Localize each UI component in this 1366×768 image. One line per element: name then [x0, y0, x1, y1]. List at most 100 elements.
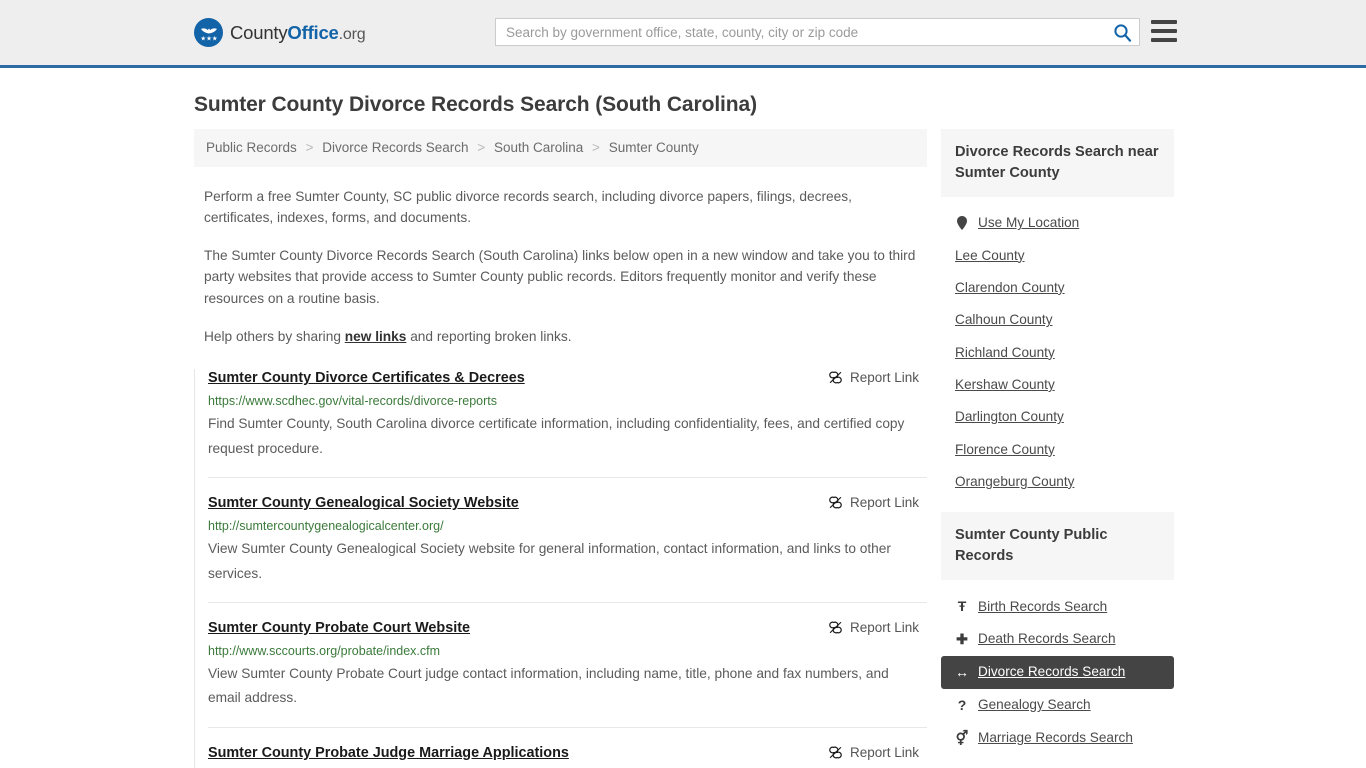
- result-title-link[interactable]: Sumter County Probate Judge Marriage App…: [208, 744, 569, 763]
- result-item: Sumter County Genealogical Society Websi…: [208, 494, 927, 603]
- result-description: Find Sumter County, South Carolina divor…: [208, 416, 905, 456]
- page-title: Sumter County Divorce Records Search (So…: [194, 93, 757, 116]
- broken-link-icon: [829, 496, 842, 509]
- intro-p3-after: and reporting broken links.: [406, 328, 572, 344]
- result-url[interactable]: http://sumtercountygenealogicalcenter.or…: [208, 518, 927, 534]
- report-link-label: Report Link: [849, 619, 919, 635]
- breadcrumb-item-public-records[interactable]: Public Records: [206, 140, 297, 155]
- site-header: ★★★ CountyOffice.org: [0, 0, 1366, 68]
- result-item: Sumter County Divorce Certificates & Dec…: [208, 369, 927, 479]
- sidebar-item-label: Use My Location: [978, 215, 1080, 231]
- sidebar-nearby-section: Divorce Records Search near Sumter Count…: [941, 129, 1174, 498]
- sidebar-item-label: Clarendon County: [955, 279, 1065, 295]
- intro-p3-before: Help others by sharing: [204, 328, 345, 344]
- sidebar-item-label: Genealogy Search: [978, 697, 1091, 713]
- breadcrumb-separator: >: [592, 140, 600, 155]
- sidebar-item-use-my-location[interactable]: Use My Location: [941, 207, 1174, 239]
- intro-paragraph-2: The Sumter County Divorce Records Search…: [204, 247, 916, 307]
- sidebar-item-label: Lee County: [955, 247, 1025, 263]
- main-column: Public Records > Divorce Records Search …: [194, 129, 927, 768]
- left-right-arrow-icon: ↔: [955, 664, 969, 681]
- result-header: Sumter County Genealogical Society Websi…: [208, 494, 927, 513]
- sidebar-item-label: Birth Records Search: [978, 598, 1108, 614]
- result-description: View Sumter County Genealogical Society …: [208, 541, 891, 581]
- content-container: Sumter County Divorce Records Search (So…: [194, 93, 1174, 768]
- report-link-label: Report Link: [849, 744, 919, 760]
- sidebar-item-richland-county[interactable]: Richland County: [941, 337, 1174, 369]
- broken-link-icon: [829, 746, 842, 759]
- report-link-label: Report Link: [849, 370, 919, 386]
- sidebar-item-marriage-records-search[interactable]: ⚥ Marriage Records Search: [941, 722, 1174, 755]
- breadcrumb-item-divorce-records-search[interactable]: Divorce Records Search: [322, 140, 468, 155]
- sidebar-item-death-records-search[interactable]: ✚ Death Records Search: [941, 623, 1174, 656]
- svg-text:★★★: ★★★: [200, 34, 217, 42]
- result-item: Sumter County Probate Court Website Repo…: [208, 619, 927, 728]
- page-body: Sumter County Divorce Records Search (So…: [0, 93, 1366, 768]
- sidebar: Divorce Records Search near Sumter Count…: [941, 129, 1174, 768]
- sidebar-item-label: Calhoun County: [955, 312, 1053, 328]
- sidebar-item-lee-county[interactable]: Lee County: [941, 240, 1174, 272]
- result-title-link[interactable]: Sumter County Divorce Certificates & Dec…: [208, 369, 525, 388]
- brand-part-county: County: [230, 21, 288, 43]
- hamburger-menu-icon: [1151, 20, 1177, 24]
- brand-part-office: Office: [287, 21, 339, 43]
- site-logo[interactable]: ★★★ CountyOffice.org: [194, 18, 366, 47]
- sidebar-item-florence-county[interactable]: Florence County: [941, 434, 1174, 466]
- sidebar-item-orangeburg-county[interactable]: Orangeburg County: [941, 466, 1174, 498]
- brand-wordmark: CountyOffice.org: [230, 21, 366, 44]
- countyoffice-eagle-logo-icon: ★★★: [194, 18, 223, 47]
- result-header: Sumter County Probate Court Website Repo…: [208, 619, 927, 638]
- sidebar-item-darlington-county[interactable]: Darlington County: [941, 401, 1174, 433]
- result-header: Sumter County Divorce Certificates & Dec…: [208, 369, 927, 388]
- result-header: Sumter County Probate Judge Marriage App…: [208, 744, 927, 763]
- result-url[interactable]: https://www.scdhec.gov/vital-records/div…: [208, 393, 927, 409]
- report-link-button[interactable]: Report Link: [828, 495, 919, 510]
- search-button[interactable]: [1105, 19, 1139, 45]
- search-bar[interactable]: [495, 18, 1140, 46]
- content-layout: Public Records > Divorce Records Search …: [194, 129, 1174, 768]
- sidebar-item-label: Darlington County: [955, 409, 1064, 425]
- sidebar-item-label: Divorce Records Search: [978, 664, 1126, 680]
- result-title-link[interactable]: Sumter County Genealogical Society Websi…: [208, 494, 519, 513]
- sidebar-item-label: Orangeburg County: [955, 473, 1075, 489]
- sidebar-item-genealogy-search[interactable]: ? Genealogy Search: [941, 689, 1174, 722]
- search-input[interactable]: [496, 19, 1105, 45]
- result-title-link[interactable]: Sumter County Probate Court Website: [208, 619, 470, 638]
- sidebar-public-records-section: Sumter County Public Records Ŧ Birth Rec…: [941, 512, 1174, 754]
- cross-icon: ✚: [956, 631, 968, 648]
- broken-link-icon: [829, 371, 842, 384]
- question-mark-icon: ?: [957, 696, 967, 713]
- sidebar-nearby-heading: Divorce Records Search near Sumter Count…: [941, 129, 1174, 198]
- breadcrumb: Public Records > Divorce Records Search …: [194, 129, 927, 167]
- sidebar-item-kershaw-county[interactable]: Kershaw County: [941, 369, 1174, 401]
- sidebar-item-divorce-records-search[interactable]: ↔ Divorce Records Search: [941, 656, 1174, 689]
- search-icon: [1113, 23, 1131, 42]
- intro-paragraph-3: Help others by sharing new links and rep…: [204, 326, 917, 348]
- breadcrumb-item-sumter-county[interactable]: Sumter County: [609, 140, 699, 155]
- breadcrumb-item-south-carolina[interactable]: South Carolina: [494, 140, 583, 155]
- brand-part-org: .org: [338, 25, 366, 43]
- intro-paragraph-1: Perform a free Sumter County, SC public …: [204, 188, 852, 226]
- sidebar-item-clarendon-county[interactable]: Clarendon County: [941, 272, 1174, 304]
- result-url[interactable]: http://www.sccourts.org/probate/index.cf…: [208, 643, 927, 659]
- hamburger-menu-button[interactable]: [1151, 20, 1177, 42]
- sidebar-public-records-heading: Sumter County Public Records: [941, 512, 1174, 581]
- sidebar-item-label: Death Records Search: [978, 631, 1116, 647]
- sidebar-item-birth-records-search[interactable]: Ŧ Birth Records Search: [941, 590, 1174, 623]
- result-item: Sumter County Probate Judge Marriage App…: [208, 744, 927, 768]
- hamburger-bar: [1151, 29, 1177, 33]
- map-pin-icon: [955, 216, 969, 231]
- report-link-button[interactable]: Report Link: [828, 370, 919, 385]
- sidebar-item-label: Richland County: [955, 344, 1055, 360]
- male-female-icon: ⚥: [955, 729, 969, 746]
- sidebar-item-label: Marriage Records Search: [978, 729, 1133, 745]
- new-links-link[interactable]: new links: [345, 329, 407, 344]
- report-link-label: Report Link: [849, 495, 919, 511]
- result-description: View Sumter County Probate Court judge c…: [208, 665, 889, 706]
- sidebar-item-label: Kershaw County: [955, 376, 1055, 392]
- sidebar-item-calhoun-county[interactable]: Calhoun County: [941, 304, 1174, 336]
- broken-link-icon: [829, 621, 842, 634]
- report-link-button[interactable]: Report Link: [828, 745, 919, 760]
- report-link-button[interactable]: Report Link: [828, 620, 919, 635]
- breadcrumb-separator: >: [477, 140, 486, 155]
